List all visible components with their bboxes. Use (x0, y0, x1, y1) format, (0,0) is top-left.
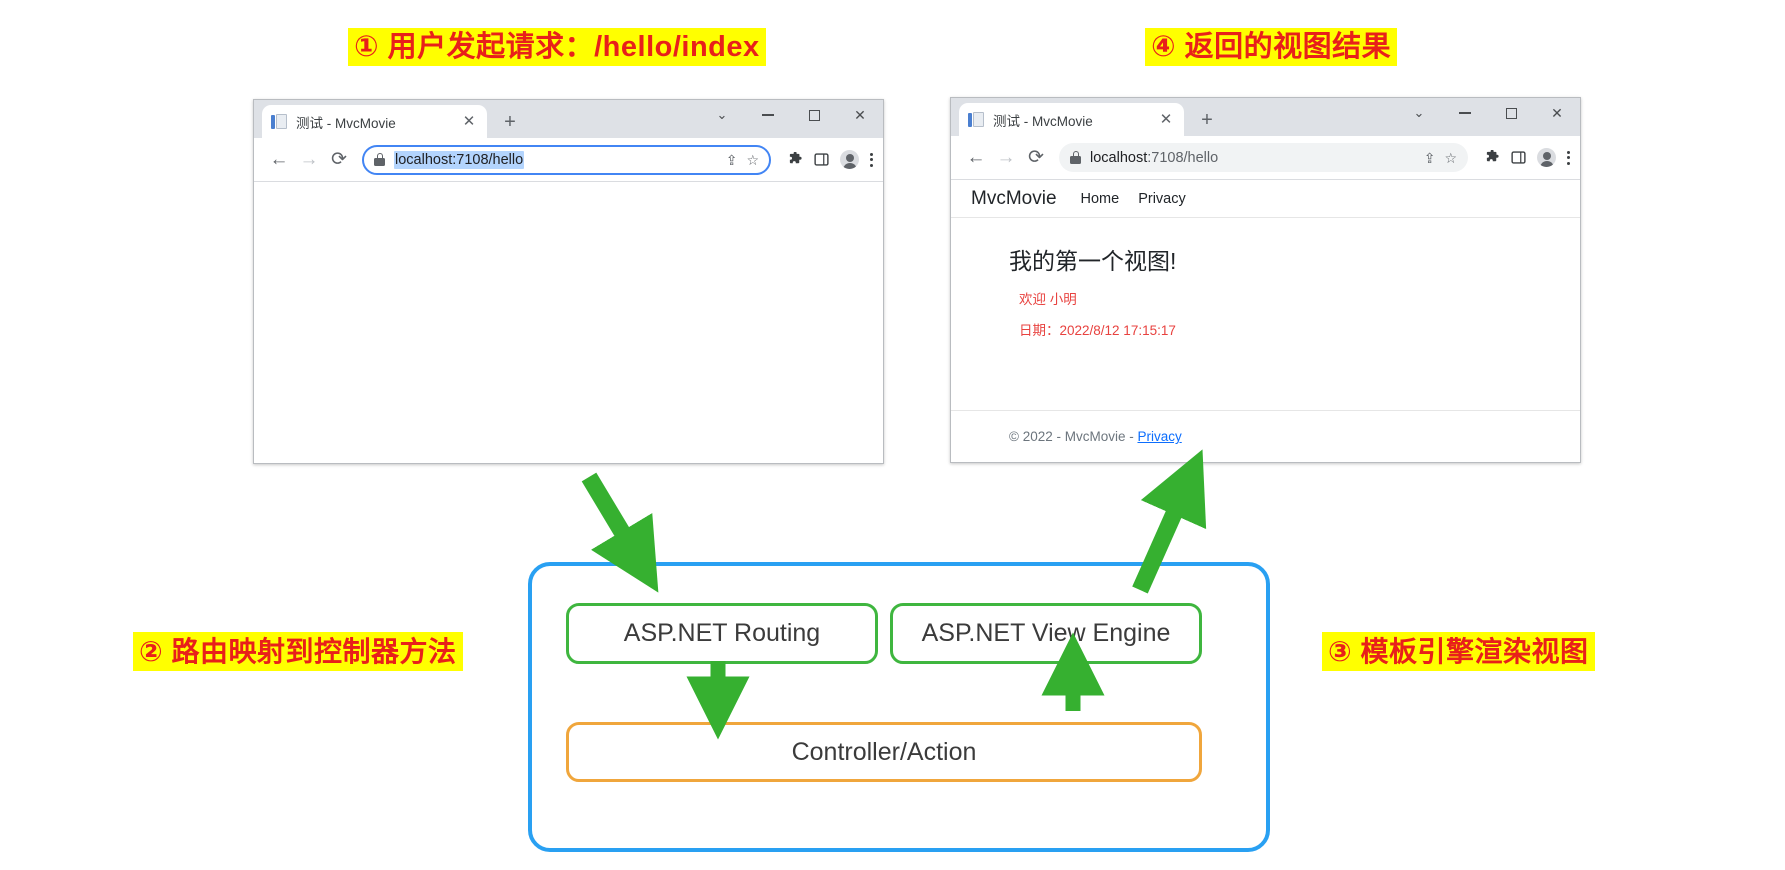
chevron-down-icon[interactable]: ⌄ (699, 100, 745, 130)
browser-tab[interactable]: 测试 - MvcMovie ✕ (262, 105, 487, 138)
bookmark-star-icon[interactable]: ☆ (1444, 151, 1457, 165)
browser-window-response: 测试 - MvcMovie ✕ + ⌄ ✕ ← → ⟳ localhost:71… (950, 97, 1581, 463)
site-navbar: MvcMovie Home Privacy (951, 180, 1580, 218)
aspnet-pipeline-container: ASP.NET Routing ASP.NET View Engine Cont… (528, 562, 1270, 852)
close-tab-icon[interactable]: ✕ (1157, 112, 1175, 127)
browser-titlebar: 测试 - MvcMovie ✕ + ⌄ ✕ (254, 100, 883, 138)
browser-menu-icon[interactable] (870, 152, 873, 167)
lock-icon (374, 153, 385, 166)
forward-icon[interactable]: → (991, 143, 1021, 173)
page-viewport: MvcMovie Home Privacy 我的第一个视图! 欢迎 小明 日期：… (951, 180, 1580, 462)
share-icon[interactable]: ⇪ (1424, 151, 1436, 165)
back-icon[interactable]: ← (961, 143, 991, 173)
box-controller-action: Controller/Action (566, 722, 1202, 782)
minimize-icon[interactable] (1442, 98, 1488, 128)
footer-copyright-text: © 2022 - MvcMovie - (1009, 429, 1138, 444)
document-icon (271, 113, 287, 130)
profile-avatar[interactable] (1537, 148, 1556, 167)
box-aspnet-routing: ASP.NET Routing (566, 603, 878, 664)
annotation-step-2: ② 路由映射到控制器方法 (133, 632, 463, 672)
chevron-down-icon[interactable]: ⌄ (1396, 98, 1442, 128)
toolbar-actions (788, 150, 873, 169)
page-content: 我的第一个视图! 欢迎 小明 日期：2022/8/12 17:15:17 (951, 218, 1580, 339)
reload-icon[interactable]: ⟳ (324, 145, 354, 175)
new-tab-button[interactable]: + (1196, 110, 1218, 130)
minimize-icon[interactable] (745, 100, 791, 130)
site-footer: © 2022 - MvcMovie - Privacy (951, 410, 1580, 462)
address-bar-host: localhost (1090, 149, 1148, 166)
close-window-icon[interactable]: ✕ (1534, 98, 1580, 128)
omnibox-actions: ⇪ ☆ (1424, 151, 1457, 165)
annotation-step-4: ④ 返回的视图结果 (1145, 28, 1398, 67)
lock-icon (1070, 151, 1081, 164)
window-controls: ⌄ ✕ (1396, 98, 1580, 128)
document-icon (968, 111, 984, 128)
side-panel-icon[interactable] (1511, 150, 1526, 165)
box-aspnet-view-engine: ASP.NET View Engine (890, 603, 1202, 664)
date-message: 日期：2022/8/12 17:15:17 (1019, 323, 1176, 338)
site-brand[interactable]: MvcMovie (971, 188, 1057, 210)
extensions-puzzle-icon[interactable] (788, 152, 803, 167)
back-icon[interactable]: ← (264, 145, 294, 175)
browser-toolbar: ← → ⟳ localhost:7108/hello ⇪ ☆ (254, 138, 883, 182)
arrow-request (581, 472, 659, 593)
browser-titlebar: 测试 - MvcMovie ✕ + ⌄ ✕ (951, 98, 1580, 136)
reload-icon[interactable]: ⟳ (1021, 143, 1051, 173)
address-bar-url[interactable]: localhost:7108/hello (394, 150, 525, 169)
nav-link-privacy[interactable]: Privacy (1138, 191, 1186, 207)
browser-tab[interactable]: 测试 - MvcMovie ✕ (959, 103, 1184, 136)
annotation-step-3: ③ 模板引擎渲染视图 (1322, 632, 1595, 672)
maximize-icon[interactable] (791, 100, 837, 130)
footer-privacy-link[interactable]: Privacy (1137, 429, 1181, 444)
maximize-icon[interactable] (1488, 98, 1534, 128)
omnibox-actions: ⇪ ☆ (726, 153, 759, 167)
bookmark-star-icon[interactable]: ☆ (746, 153, 759, 167)
address-bar[interactable]: localhost:7108/hello ⇪ ☆ (362, 144, 771, 175)
window-controls: ⌄ ✕ (699, 100, 883, 130)
forward-icon[interactable]: → (294, 145, 324, 175)
address-bar[interactable]: localhost:7108/hello ⇪ ☆ (1059, 143, 1468, 172)
browser-menu-icon[interactable] (1567, 150, 1570, 165)
nav-link-home[interactable]: Home (1081, 191, 1120, 207)
new-tab-button[interactable]: + (499, 112, 521, 132)
address-bar-path: :7108/hello (1147, 149, 1219, 166)
page-viewport-blank (254, 182, 883, 463)
tab-title: 测试 - MvcMovie (993, 113, 1093, 129)
toolbar-actions (1485, 148, 1570, 167)
close-window-icon[interactable]: ✕ (837, 100, 883, 130)
profile-avatar[interactable] (840, 150, 859, 169)
browser-window-request: 测试 - MvcMovie ✕ + ⌄ ✕ ← → ⟳ localhost:71… (253, 99, 884, 464)
extensions-puzzle-icon[interactable] (1485, 150, 1500, 165)
welcome-message: 欢迎 小明 (1019, 292, 1077, 307)
address-bar-url[interactable]: localhost:7108/hello (1090, 150, 1416, 166)
footer-copyright: © 2022 - MvcMovie - Privacy (1009, 429, 1182, 444)
share-icon[interactable]: ⇪ (726, 153, 738, 167)
close-tab-icon[interactable]: ✕ (460, 114, 478, 129)
browser-toolbar: ← → ⟳ localhost:7108/hello ⇪ ☆ (951, 136, 1580, 180)
side-panel-icon[interactable] (814, 152, 829, 167)
page-title: 我的第一个视图! (1009, 248, 1177, 274)
annotation-step-1: ① 用户发起请求：/hello/index (348, 28, 766, 67)
site-nav-links: Home Privacy (1081, 191, 1186, 207)
tab-title: 测试 - MvcMovie (296, 115, 396, 131)
diagram-canvas: ① 用户发起请求：/hello/index ④ 返回的视图结果 测试 - Mvc… (0, 0, 1785, 870)
